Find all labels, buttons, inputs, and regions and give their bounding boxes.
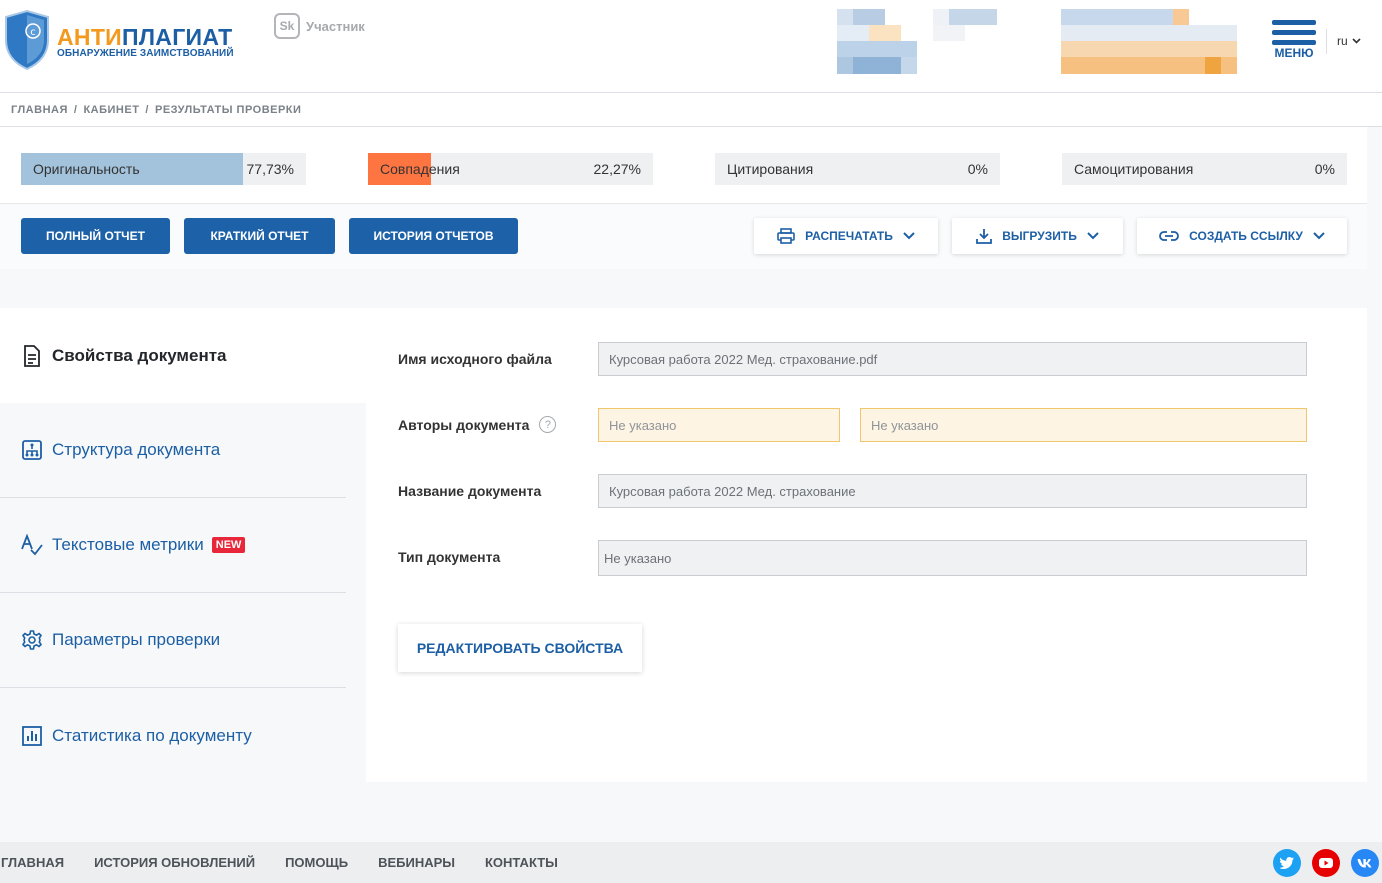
logo-title: АНТИПЛАГИАТ	[57, 24, 233, 50]
sidebar-item-check-params[interactable]: Параметры проверки	[0, 593, 346, 688]
structure-icon	[21, 439, 43, 461]
header: c АНТИПЛАГИАТ ОБНАРУЖЕНИЕ ЗАИМСТВОВАНИЙ …	[0, 0, 1382, 93]
citations-label: Цитирования	[727, 161, 814, 177]
breadcrumb-home[interactable]: ГЛАВНАЯ	[11, 104, 68, 116]
skolkovo-participant: Sk Участник	[274, 13, 365, 39]
sidebar-item-label: Свойства документа	[52, 345, 227, 365]
sidebar-item-label: Текстовые метрики	[52, 535, 204, 554]
originality-label: Оригинальность	[33, 161, 140, 177]
vk-icon[interactable]	[1351, 849, 1379, 877]
hamburger-icon	[1272, 20, 1316, 25]
footer-link-home[interactable]: ГЛАВНАЯ	[1, 855, 64, 870]
title-label: Название документа	[398, 483, 542, 499]
export-label: ВЫГРУЗИТЬ	[1002, 229, 1077, 243]
download-icon	[976, 229, 993, 244]
shield-logo-icon: c	[5, 10, 49, 70]
self-citations-label: Самоцитирования	[1074, 161, 1194, 177]
footer-link-help[interactable]: ПОМОЩЬ	[285, 855, 348, 870]
text-metrics-icon	[21, 534, 43, 556]
matches-stat[interactable]: Совпадения 22,27%	[368, 153, 653, 185]
youtube-icon[interactable]	[1312, 849, 1340, 877]
breadcrumb-results: РЕЗУЛЬТАТЫ ПРОВЕРКИ	[154, 103, 302, 116]
language-label: ru	[1337, 34, 1348, 48]
matches-value: 22,27%	[593, 161, 641, 177]
footer: ГЛАВНАЯ ИСТОРИЯ ОБНОВЛЕНИЙ ПОМОЩЬ ВЕБИНА…	[0, 842, 1382, 883]
short-report-button[interactable]: КРАТКИЙ ОТЧЕТ	[184, 218, 335, 254]
chevron-down-icon	[1352, 38, 1361, 44]
export-button[interactable]: ВЫГРУЗИТЬ	[952, 218, 1123, 254]
edit-properties-button[interactable]: РЕДАКТИРОВАТЬ СВОЙСТВА	[398, 624, 642, 672]
breadcrumb-cabinet[interactable]: КАБИНЕТ	[83, 104, 139, 116]
file-name-field: Курсовая работа 2022 Мед. страхование.pd…	[598, 342, 1307, 376]
link-icon	[1159, 231, 1180, 241]
self-citations-value: 0%	[1314, 161, 1335, 177]
sidebar-item-doc-stats[interactable]: Статистика по документу	[0, 688, 346, 783]
antiplagiat-logo[interactable]: c АНТИПЛАГИАТ ОБНАРУЖЕНИЕ ЗАИМСТВОВАНИЙ	[4, 10, 234, 70]
divider	[1326, 29, 1327, 54]
logo-subtitle: ОБНАРУЖЕНИЕ ЗАИМСТВОВАНИЙ	[57, 48, 234, 59]
menu-button[interactable]: МЕНЮ	[1271, 20, 1317, 60]
sidebar-item-doc-structure[interactable]: Структура документа	[0, 403, 346, 498]
citations-value: 0%	[967, 161, 988, 177]
document-icon	[21, 344, 43, 367]
blurred-user-name	[933, 9, 997, 41]
blurred-user-avatar	[837, 9, 917, 74]
type-field: Не указано	[598, 540, 1307, 576]
footer-link-updates[interactable]: ИСТОРИЯ ОБНОВЛЕНИЙ	[94, 855, 255, 870]
print-label: РАСПЕЧАТАТЬ	[805, 229, 893, 243]
skolkovo-icon: Sk	[274, 13, 300, 39]
help-icon[interactable]: ?	[539, 416, 557, 433]
full-report-button[interactable]: ПОЛНЫЙ ОТЧЕТ	[21, 218, 170, 254]
type-label: Тип документа	[398, 549, 501, 565]
blurred-account-info	[1061, 9, 1237, 74]
printer-icon	[777, 228, 795, 244]
title-field: Курсовая работа 2022 Мед. страхование	[598, 474, 1307, 508]
file-name-label: Имя исходного файла	[398, 351, 552, 367]
self-citations-stat[interactable]: Самоцитирования 0%	[1062, 153, 1347, 185]
citations-stat[interactable]: Цитирования 0%	[715, 153, 1000, 185]
breadcrumb: ГЛАВНАЯ / КАБИНЕТ / РЕЗУЛЬТАТЫ ПРОВЕРКИ	[0, 93, 1382, 127]
sidebar-item-text-metrics[interactable]: Текстовые метрики NEW	[0, 498, 346, 593]
sidebar-item-label: Параметры проверки	[52, 630, 221, 649]
author-field-2[interactable]: Не указано	[860, 408, 1307, 442]
originality-value: 77,73%	[246, 161, 294, 177]
chevron-down-icon	[903, 232, 915, 240]
svg-text:c: c	[30, 27, 36, 38]
skolkovo-label: Участник	[306, 18, 365, 34]
authors-label-text: Авторы документа	[398, 416, 530, 433]
new-badge: NEW	[211, 537, 246, 553]
chevron-down-icon	[1313, 232, 1325, 240]
create-link-button[interactable]: СОЗДАТЬ ССЫЛКУ	[1137, 218, 1347, 254]
menu-label: МЕНЮ	[1274, 46, 1314, 60]
report-summary: Оригинальность 77,73% Совпадения 22,27% …	[0, 127, 1367, 269]
footer-link-webinars[interactable]: ВЕБИНАРЫ	[378, 855, 455, 870]
bar-chart-icon	[21, 725, 43, 747]
author-field-1[interactable]: Не указано	[598, 408, 840, 442]
sidebar-item-doc-properties[interactable]: Свойства документа	[0, 308, 366, 403]
chevron-down-icon	[1087, 232, 1099, 240]
gear-icon	[21, 629, 43, 651]
originality-stat[interactable]: Оригинальность 77,73%	[21, 153, 306, 185]
authors-label: Авторы документа ?	[398, 416, 557, 433]
language-selector[interactable]: ru	[1337, 34, 1361, 48]
report-history-button[interactable]: ИСТОРИЯ ОТЧЕТОВ	[349, 218, 518, 254]
twitter-icon[interactable]	[1273, 849, 1301, 877]
matches-label: Совпадения	[380, 161, 460, 177]
doc-properties-panel: Имя исходного файла Курсовая работа 2022…	[366, 308, 1367, 782]
sidebar-item-label: Статистика по документу	[52, 725, 252, 745]
print-button[interactable]: РАСПЕЧАТАТЬ	[754, 218, 938, 254]
create-link-label: СОЗДАТЬ ССЫЛКУ	[1189, 229, 1303, 243]
sidebar-item-label: Структура документа	[52, 440, 221, 459]
footer-link-contacts[interactable]: КОНТАКТЫ	[485, 855, 558, 870]
